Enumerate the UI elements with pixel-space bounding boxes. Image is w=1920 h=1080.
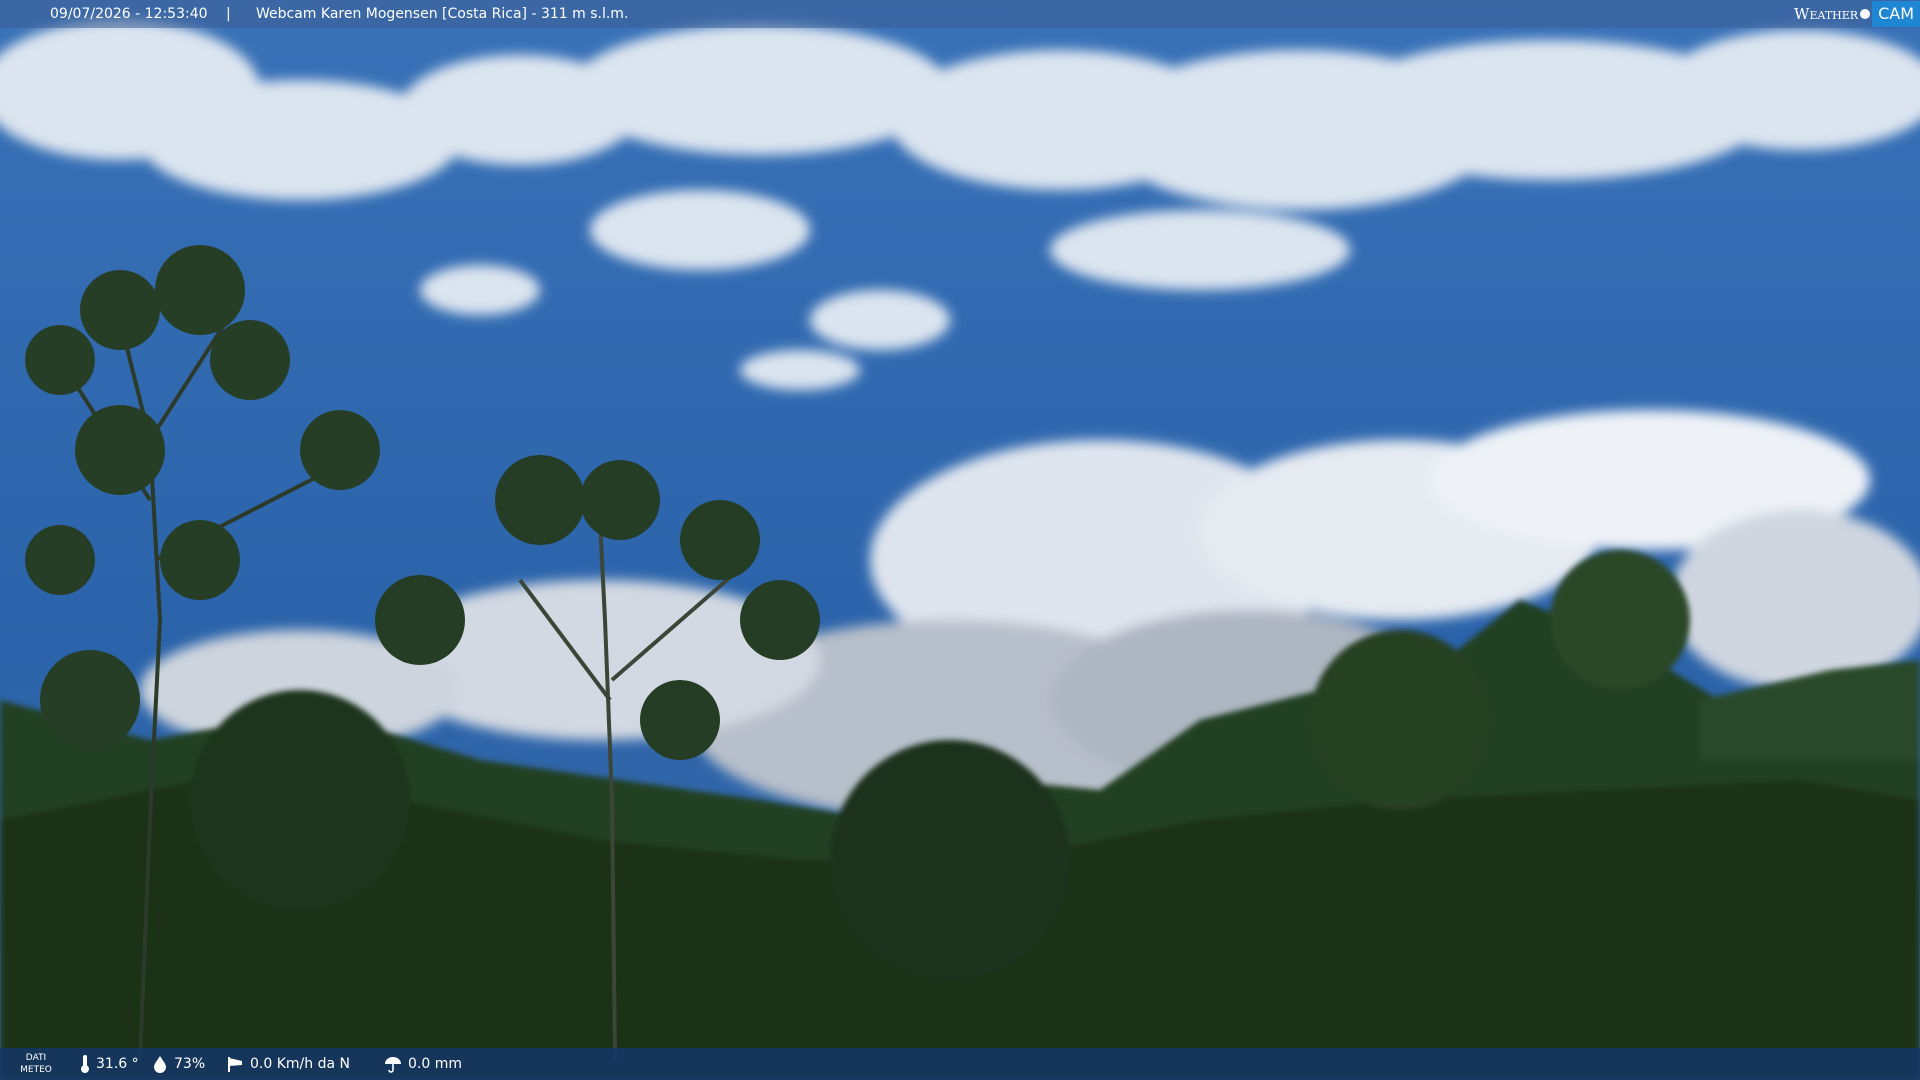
meteo-bar: DATI METEO 31.6 ° 73% 0.0 Km/h da N 0.0 …: [0, 1048, 1920, 1080]
humidity-value: 73%: [174, 1056, 206, 1072]
thermometer-icon: [81, 1055, 89, 1073]
humidity-readout: 73%: [152, 1048, 205, 1080]
webcam-title: Webcam Karen Mogensen [Costa Rica] - 311…: [256, 6, 629, 22]
rain-readout: 0.0 mm: [384, 1048, 462, 1080]
wind-readout: 0.0 Km/h da N: [226, 1048, 350, 1080]
rain-value: 0.0 mm: [408, 1056, 462, 1072]
overlay-top-bar: 09/07/2026 - 12:53:40 | Webcam Karen Mog…: [0, 0, 1920, 28]
logo-weather-text: Weather: [1794, 5, 1859, 23]
droplet-icon: [154, 1056, 166, 1073]
windsock-icon: [228, 1057, 242, 1072]
logo-cam-text: CAM: [1872, 1, 1920, 27]
temperature-value: 31.6 °: [96, 1056, 139, 1072]
separator: |: [226, 6, 231, 22]
temperature-readout: 31.6 °: [80, 1048, 139, 1080]
weathercam-logo: Weather CAM: [1794, 0, 1920, 28]
meteo-label: DATI METEO: [18, 1052, 54, 1076]
webcam-scene: [0, 0, 1920, 1080]
meteo-label-line1: DATI: [25, 1053, 47, 1063]
umbrella-icon: [385, 1057, 401, 1073]
logo-dot-icon: [1860, 9, 1871, 19]
wind-value: 0.0 Km/h da N: [250, 1056, 350, 1072]
meteo-label-line2: METEO: [20, 1065, 52, 1075]
timestamp: 09/07/2026 - 12:53:40: [50, 6, 208, 22]
